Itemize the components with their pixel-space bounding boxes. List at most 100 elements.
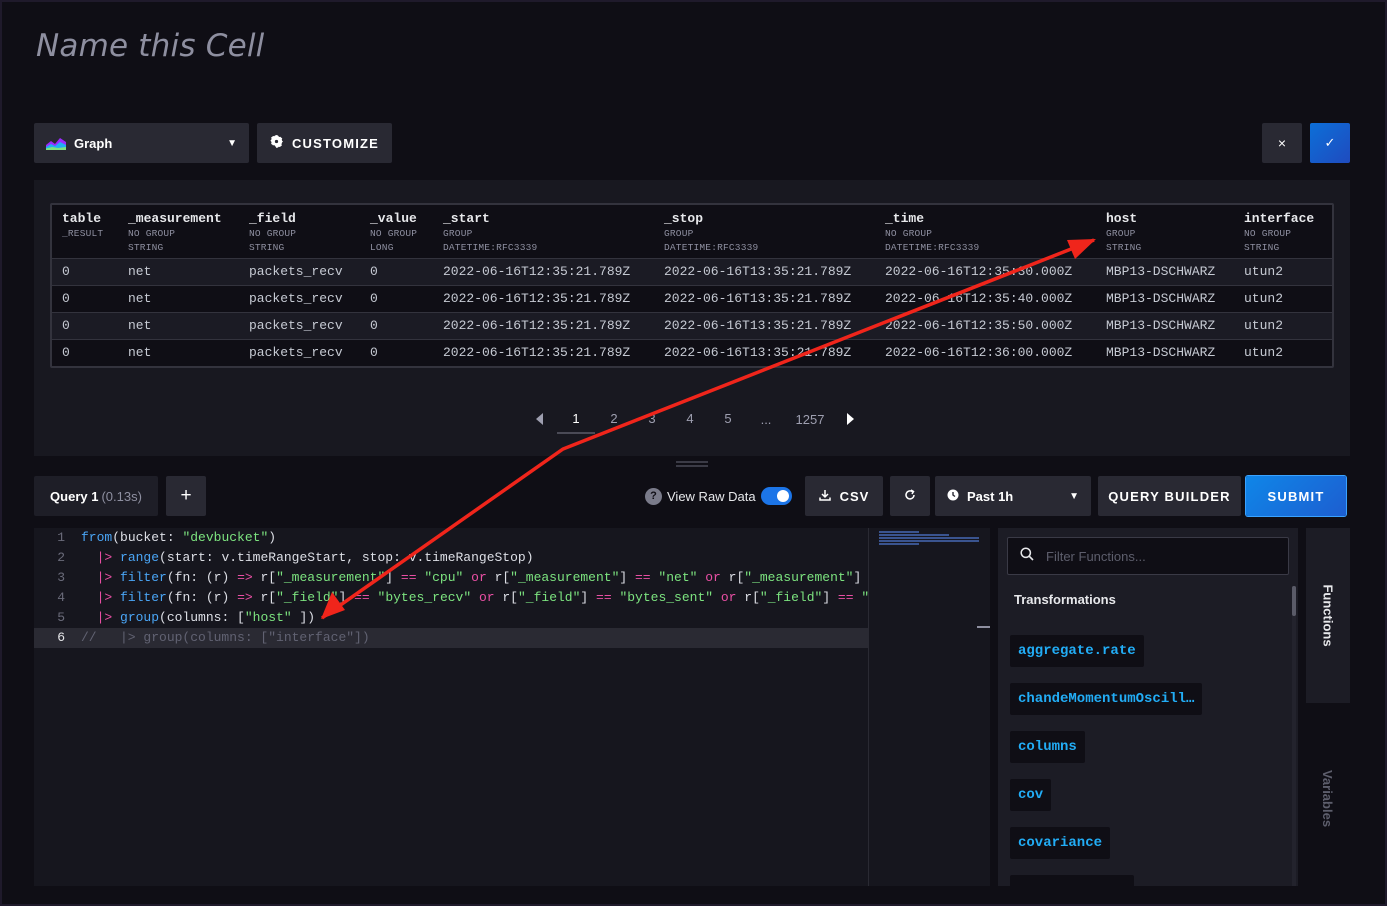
code-token: or — [705, 570, 721, 585]
toggle-switch[interactable] — [760, 487, 792, 505]
code-token: or — [720, 590, 737, 605]
refresh-button[interactable] — [890, 476, 930, 516]
cell-title[interactable]: Name this Cell — [36, 28, 264, 64]
column-name: _stop — [664, 211, 704, 226]
function-item[interactable]: chandeMomentumOscill… — [1010, 683, 1203, 715]
code-line[interactable]: 1 from(bucket: "devbucket") — [34, 528, 868, 548]
query-tab[interactable]: Query 1 (0.13s) — [34, 476, 158, 516]
side-tabs: Functions Variables — [1306, 528, 1350, 886]
filter-functions-search[interactable] — [1007, 537, 1289, 575]
prev-page-icon[interactable] — [536, 413, 543, 425]
code-line[interactable]: 5 |> group(columns: ["host" ]) — [34, 608, 868, 628]
table-cell: MBP13-DSCHWARZ — [1106, 264, 1216, 279]
table-cell: 2022-06-16T12:36:00.000Z — [885, 345, 1073, 361]
table-body: 0 net packets_recv 0 2022-06-16T12:35:21.789… — [52, 258, 1332, 366]
table-cell: 2022-06-16T13:35:21.789Z — [664, 264, 852, 279]
column-group: NO GROUP — [370, 228, 418, 239]
filter-functions-input[interactable] — [1046, 548, 1276, 564]
visualization-dropdown[interactable]: Graph ▼ — [34, 123, 249, 163]
download-icon — [818, 489, 831, 504]
column-group: NO GROUP — [885, 228, 933, 239]
resize-handle[interactable] — [676, 461, 708, 467]
close-button[interactable]: × — [1262, 123, 1302, 163]
functions-category-heading: Transformations — [1014, 592, 1116, 607]
code-token: "bytes_recv" — [377, 590, 472, 605]
column-type: DATETIME:RFC3339 — [885, 242, 980, 253]
function-item[interactable]: aggregate.rate — [1010, 635, 1144, 667]
page-1[interactable]: 1 — [557, 404, 595, 434]
table-cell: utun2 — [1244, 345, 1284, 361]
minimap-line — [879, 531, 919, 533]
functions-scrollbar[interactable] — [1292, 586, 1296, 886]
tab-functions[interactable]: Functions — [1306, 528, 1350, 703]
function-item[interactable]: columns — [1010, 731, 1085, 763]
page-2[interactable]: 2 — [595, 404, 633, 434]
add-query-button[interactable]: + — [166, 476, 206, 516]
page-5[interactable]: 5 — [709, 404, 747, 434]
code-token: r[ — [252, 570, 277, 585]
code-token: ] — [853, 570, 868, 585]
page-4[interactable]: 4 — [671, 404, 709, 434]
column-name: _start — [443, 211, 490, 226]
query-builder-button[interactable]: QUERY BUILDER — [1098, 476, 1241, 516]
code-token: "_field" — [517, 590, 581, 605]
code-token: "devbucket" — [182, 530, 269, 545]
line-number: 1 — [57, 530, 65, 545]
raw-data-table[interactable]: table _RESULT _measurement NO GROUP STRING _f… — [50, 203, 1334, 368]
code-line[interactable]: 2 |> range(start: v.timeRangeStart, stop… — [34, 548, 868, 568]
next-page-icon[interactable] — [847, 413, 854, 425]
column-header: interface NO GROUP STRING — [1234, 205, 1332, 258]
column-type: STRING — [128, 242, 164, 253]
code-token: group — [120, 610, 160, 625]
csv-download-button[interactable]: CSV — [805, 476, 883, 516]
code-token: ) — [268, 530, 277, 545]
toggle-knob — [776, 490, 789, 502]
table-cell: 2022-06-16T12:35:40.000Z — [885, 291, 1073, 306]
view-raw-label: View Raw Data — [667, 488, 756, 504]
function-item-partial[interactable] — [1010, 875, 1134, 886]
line-number: 2 — [57, 550, 65, 565]
table-cell: 2022-06-16T12:35:50.000Z — [885, 318, 1073, 333]
pagination: 1 2 3 4 5 ... 1257 — [534, 404, 854, 434]
code-token: (start: v.timeRangeStart, stop: v.timeRa… — [159, 550, 534, 565]
close-icon: × — [1277, 135, 1287, 151]
code-minimap[interactable] — [868, 528, 990, 886]
code-token: "_measurement" — [510, 570, 620, 585]
flux-code-editor[interactable]: 1 from(bucket: "devbucket") 2 |> range(sta… — [34, 528, 868, 886]
tab-variables-label: Variables — [1320, 769, 1336, 827]
column-group: GROUP — [443, 228, 473, 239]
code-token: r[ — [720, 570, 745, 585]
code-line[interactable]: 6 // |> group(columns: ["interface"]) — [34, 628, 868, 648]
code-token: r[ — [252, 590, 277, 605]
code-text: |> group(columns: ["host" ]) — [81, 608, 315, 628]
column-name: host — [1106, 211, 1138, 226]
column-group: _RESULT — [62, 228, 104, 239]
page-3[interactable]: 3 — [633, 404, 671, 434]
code-token: (columns: [ — [159, 610, 245, 625]
scrollbar-thumb[interactable] — [1292, 586, 1296, 616]
code-token: "bytes_sent" — [619, 590, 714, 605]
view-raw-data-toggle[interactable]: ? View Raw Data — [645, 485, 792, 507]
line-number: 4 — [57, 590, 65, 605]
code-token: ] — [619, 570, 635, 585]
tab-variables[interactable]: Variables — [1306, 738, 1350, 858]
code-line[interactable]: 4 |> filter(fn: (r) => r["_field"] == "b… — [34, 588, 868, 608]
code-token: from — [81, 530, 113, 545]
code-token: "host" — [244, 610, 292, 625]
code-token: range — [120, 550, 160, 565]
table-cell: 2022-06-16T13:35:21.789Z — [664, 345, 852, 361]
function-item[interactable]: covariance — [1010, 827, 1111, 859]
help-icon[interactable]: ? — [645, 487, 662, 505]
page-last[interactable]: 1257 — [785, 412, 835, 427]
code-line[interactable]: 3 |> filter(fn: (r) => r["_measurement"]… — [34, 568, 868, 588]
time-range-dropdown[interactable]: Past 1h ▼ — [935, 476, 1091, 516]
customize-button[interactable]: CUSTOMIZE — [257, 123, 392, 163]
submit-button[interactable]: SUBMIT — [1246, 476, 1346, 516]
function-item[interactable]: cov — [1010, 779, 1052, 811]
code-token: "_field" — [759, 590, 823, 605]
confirm-button[interactable]: ✓ — [1310, 123, 1350, 163]
